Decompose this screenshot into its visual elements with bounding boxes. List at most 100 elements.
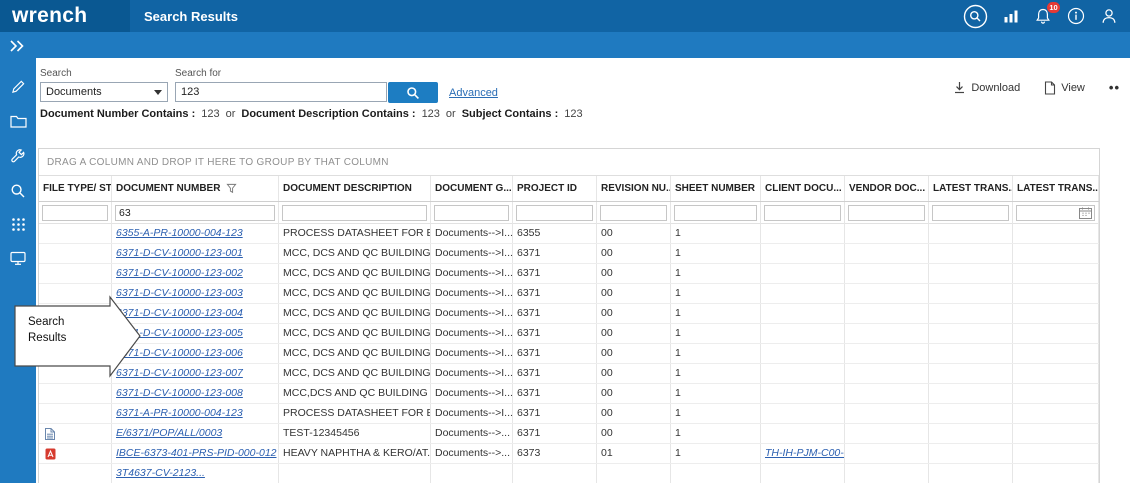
global-search-icon[interactable] — [963, 4, 988, 29]
vendor_doc-cell — [845, 264, 929, 283]
filter-cell-description — [279, 202, 431, 224]
document-number-link[interactable]: 6371-D-CV-10000-123-002 — [116, 267, 243, 279]
vendor_doc-cell — [845, 224, 929, 243]
criteria-value: or — [446, 108, 456, 120]
document-number-cell: 6371-D-CV-10000-123-002 — [112, 264, 279, 283]
sheet-cell: 1 — [671, 344, 761, 363]
project_id-cell: 6371 — [513, 244, 597, 263]
description-cell: MCC,DCS AND QC BUILDING ... — [279, 384, 431, 403]
group-by-dropzone[interactable]: DRAG A COLUMN AND DROP IT HERE TO GROUP … — [39, 149, 1099, 176]
search-type-select[interactable]: Documents — [40, 82, 168, 102]
vendor_doc-cell — [845, 404, 929, 423]
client_doc-cell — [761, 424, 845, 443]
app-logo[interactable]: wrench — [0, 0, 130, 32]
column-header-file_type[interactable]: FILE TYPE/ STA... — [39, 176, 112, 201]
client-doc-link[interactable]: TH-IH-PJM-C00-L- — [765, 447, 845, 459]
filter-cell-latest_trans1 — [929, 202, 1013, 224]
revision-cell: 00 — [597, 364, 671, 383]
revision-cell: 00 — [597, 264, 671, 283]
vendor_doc-cell — [845, 464, 929, 483]
monitor-icon[interactable] — [0, 246, 36, 270]
revision-cell: 00 — [597, 404, 671, 423]
document-number-cell: 6371-D-CV-10000-123-001 — [112, 244, 279, 263]
document-number-link[interactable]: 3T4637-CV-2123... — [116, 467, 205, 479]
expand-sidebar-icon[interactable] — [9, 39, 25, 57]
vendor_doc-cell — [845, 344, 929, 363]
topbar-icons: 10 — [963, 0, 1118, 32]
download-button[interactable]: Download — [953, 81, 1020, 94]
profile-icon[interactable] — [1100, 7, 1118, 25]
filter-input-vendor_doc[interactable] — [848, 205, 925, 221]
column-header-latest_trans2[interactable]: LATEST TRANS... — [1013, 176, 1099, 201]
filter-input-client_doc[interactable] — [764, 205, 841, 221]
column-header-project_id[interactable]: PROJECT ID — [513, 176, 597, 201]
column-header-vendor_doc[interactable]: VENDOR DOC... — [845, 176, 929, 201]
latest_trans1-cell — [929, 264, 1013, 283]
criteria-value: or — [226, 108, 236, 120]
column-header-document_group[interactable]: DOCUMENT G... — [431, 176, 513, 201]
document-number-link[interactable]: 6371-D-CV-10000-123-008 — [116, 387, 243, 399]
view-button[interactable]: View — [1044, 81, 1085, 95]
filter-input-file_type[interactable] — [42, 205, 108, 221]
document-number-link[interactable]: 6371-A-PR-10000-004-123 — [116, 407, 243, 419]
document-number-link[interactable]: 6371-D-CV-10000-123-001 — [116, 247, 243, 259]
project_id-cell: 6373 — [513, 444, 597, 463]
vendor_doc-cell — [845, 284, 929, 303]
filter-input-sheet[interactable] — [674, 205, 757, 221]
table-row: 6371-A-PR-10000-004-123PROCESS DATASHEET… — [39, 404, 1099, 424]
column-header-client_doc[interactable]: CLIENT DOCU... — [761, 176, 845, 201]
column-header-description[interactable]: DOCUMENT DESCRIPTION — [279, 176, 431, 201]
advanced-link[interactable]: Advanced — [449, 87, 498, 99]
filter-icon[interactable] — [226, 183, 237, 194]
document_group-cell: Documents-->I... — [431, 284, 513, 303]
filter-cell-file_type — [39, 202, 112, 224]
latest_trans1-cell — [929, 224, 1013, 243]
file-type-cell — [39, 384, 112, 403]
project_id-cell: 6371 — [513, 424, 597, 443]
folder-icon[interactable] — [0, 109, 36, 133]
stats-icon[interactable] — [1003, 8, 1019, 24]
column-header-latest_trans1[interactable]: LATEST TRANS... — [929, 176, 1013, 201]
file-type-cell — [39, 244, 112, 263]
chevron-down-icon — [154, 90, 162, 95]
more-options-button[interactable]: •• — [1109, 80, 1120, 95]
project_id-cell: 6355 — [513, 224, 597, 243]
grid-body: 6355-A-PR-10000-004-123 PROCESS DATASHEET… — [39, 224, 1099, 483]
filter-input-project_id[interactable] — [516, 205, 593, 221]
info-icon[interactable] — [1067, 7, 1085, 25]
column-header-label: FILE TYPE/ STA... — [43, 183, 112, 194]
annotation-callout: Search Results — [13, 295, 143, 379]
filter-input-revision[interactable] — [600, 205, 667, 221]
document-number-link[interactable]: IBCE-6373-401-PRS-PID-000-012 — [116, 447, 277, 459]
filter-input-latest_trans1[interactable] — [932, 205, 1009, 221]
calendar-icon[interactable] — [1079, 207, 1092, 219]
apps-icon[interactable] — [0, 212, 36, 236]
revision-cell: 00 — [597, 224, 671, 243]
revision-cell: 01 — [597, 444, 671, 463]
document-number-link[interactable]: E/6371/POP/ALL/0003 — [116, 427, 222, 439]
column-header-revision[interactable]: REVISION NU... — [597, 176, 671, 201]
sheet-cell: 1 — [671, 324, 761, 343]
search-button[interactable] — [388, 82, 438, 103]
results-grid: DRAG A COLUMN AND DROP IT HERE TO GROUP … — [38, 148, 1100, 483]
document_group-cell: Documents-->I... — [431, 404, 513, 423]
description-cell — [279, 464, 431, 483]
notifications-icon[interactable]: 10 — [1034, 7, 1052, 25]
revision-cell: 00 — [597, 244, 671, 263]
filter-input-document_number[interactable] — [115, 205, 275, 221]
table-row: 6371-D-CV-10000-123-003MCC, DCS AND QC B… — [39, 284, 1099, 304]
edit-icon[interactable] — [0, 74, 36, 98]
search-icon[interactable] — [0, 179, 36, 203]
column-header-document_number[interactable]: DOCUMENT NUMBER — [112, 176, 279, 201]
filter-input-document_group[interactable] — [434, 205, 509, 221]
column-header-sheet[interactable]: SHEET NUMBER — [671, 176, 761, 201]
tools-icon[interactable] — [0, 144, 36, 168]
search-input[interactable] — [175, 82, 387, 102]
table-row: 6371-D-CV-10000-123-006MCC, DCS AND QC B… — [39, 344, 1099, 364]
description-cell: PROCESS DATASHEET FOR E-... — [279, 224, 431, 243]
client_doc-cell — [761, 284, 845, 303]
revision-cell — [597, 464, 671, 483]
filter-input-description[interactable] — [282, 205, 427, 221]
document-number-link[interactable]: 6355-A-PR-10000-004-123 — [116, 227, 243, 239]
latest_trans1-cell — [929, 424, 1013, 443]
